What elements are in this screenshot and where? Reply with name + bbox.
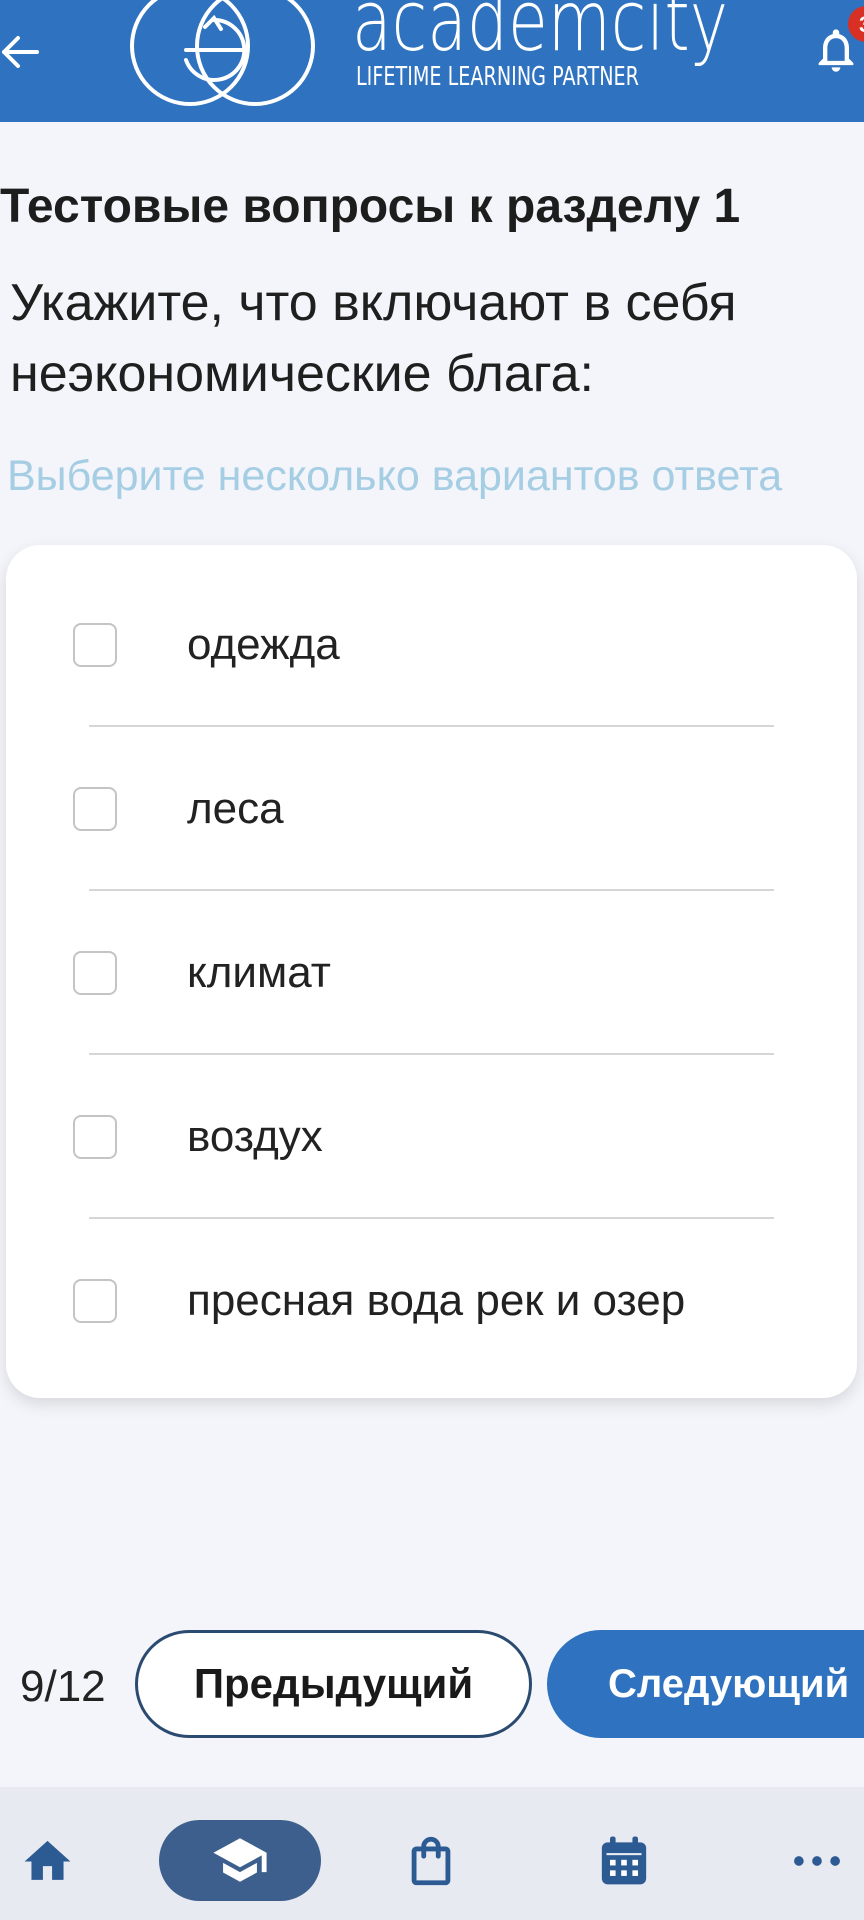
answer-hint: Выберите несколько вариантов ответа xyxy=(7,452,783,500)
question-text: Укажите, что включают в себя неэкономиче… xyxy=(10,274,737,403)
nav-item-home[interactable] xyxy=(20,1834,75,1889)
app-header: academcity LIFETIME LEARNING PARTNER 3 xyxy=(0,0,864,122)
checkbox[interactable] xyxy=(73,787,117,831)
calendar-icon xyxy=(601,1836,647,1885)
option-row[interactable]: воздух xyxy=(6,1055,857,1219)
back-button[interactable] xyxy=(0,30,44,74)
nav-item-more[interactable] xyxy=(788,1832,846,1890)
option-label: климат xyxy=(187,948,331,997)
option-label: пресная вода рек и озер xyxy=(187,1276,686,1325)
checkbox[interactable] xyxy=(73,1115,117,1159)
option-row[interactable]: леса xyxy=(6,727,857,891)
arrow-left-icon xyxy=(2,36,39,68)
notification-count: 3 xyxy=(859,12,864,37)
logo-tagline: LIFETIME LEARNING PARTNER xyxy=(356,62,639,92)
option-row[interactable]: пресная вода рек и озер xyxy=(6,1219,857,1383)
academcity-logo: academcity LIFETIME LEARNING PARTNER xyxy=(130,0,728,106)
notification-badge: 3 xyxy=(848,6,864,42)
previous-button[interactable]: Предыдущий xyxy=(135,1630,532,1738)
nav-item-calendar[interactable] xyxy=(596,1833,652,1889)
nav-item-shop[interactable] xyxy=(402,1832,460,1890)
next-button[interactable]: Следующий xyxy=(547,1630,864,1738)
graduation-cap-icon xyxy=(213,1838,267,1882)
option-row[interactable]: одежда xyxy=(6,563,857,727)
section-title: Тестовые вопросы к разделу 1 xyxy=(0,180,741,233)
option-label: леса xyxy=(187,784,284,833)
option-label: одежда xyxy=(187,620,340,669)
option-label: воздух xyxy=(187,1112,323,1161)
logo-wordmark: academcity xyxy=(352,0,728,70)
logo-mark-icon xyxy=(130,0,315,106)
option-row[interactable]: климат xyxy=(6,891,857,1055)
checkbox[interactable] xyxy=(73,951,117,995)
checkbox[interactable] xyxy=(73,623,117,667)
home-icon xyxy=(24,1840,71,1880)
nav-item-courses[interactable] xyxy=(159,1820,321,1901)
question-progress: 9/12 xyxy=(20,1662,106,1711)
more-icon xyxy=(794,1856,840,1866)
answer-options-card: одежда леса климат воздух пресная вода р… xyxy=(6,545,857,1398)
bottom-navigation xyxy=(0,1787,864,1920)
shopping-bag-icon xyxy=(411,1836,451,1886)
checkbox[interactable] xyxy=(73,1279,117,1323)
